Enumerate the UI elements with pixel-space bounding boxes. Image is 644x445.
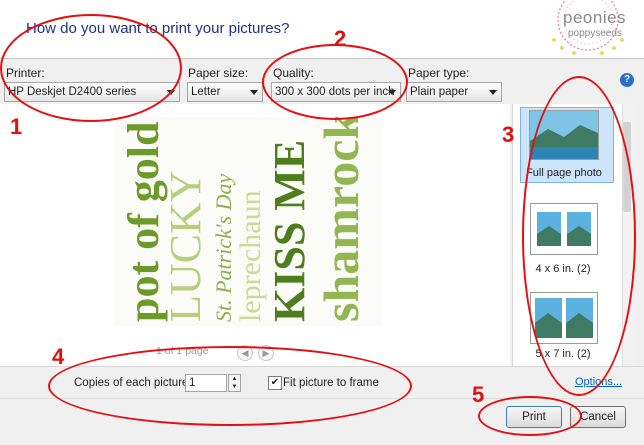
annotation-number-5: 5: [472, 382, 485, 407]
preview-word-6: shamrocks: [313, 117, 369, 322]
help-icon[interactable]: ?: [620, 73, 634, 87]
paper-type-select-value: Plain paper: [410, 86, 469, 98]
preview-word-2: LUCKY: [161, 170, 210, 322]
preview-word-3: St. Patrick's Day: [211, 173, 236, 322]
paper-size-label: Paper size:: [188, 66, 249, 80]
annotation-number-1: 1: [10, 114, 23, 139]
annotation-number-4: 4: [52, 344, 65, 369]
paper-size-select-value: Letter: [191, 86, 221, 98]
annotation-ellipse-5: [478, 396, 582, 436]
chevron-down-icon: [250, 90, 258, 95]
paper-type-select[interactable]: Plain paper: [406, 82, 502, 102]
chevron-down-icon: [489, 90, 497, 95]
annotation-ellipse-2: [262, 44, 408, 120]
annotation-ellipse-3: [522, 76, 636, 396]
preview-image: pot of gold LUCKY St. Patrick's Day lepr…: [114, 117, 382, 326]
annotation-ellipse-4: [48, 346, 412, 426]
logo-text-top: peonies: [563, 8, 627, 27]
logo-text-bottom: poppyseeds: [568, 28, 622, 39]
annotation-ellipse-1: [0, 14, 182, 122]
preview-word-5: KISS ME: [265, 140, 314, 322]
paper-size-select[interactable]: Letter: [187, 82, 263, 102]
annotation-number-2: 2: [334, 26, 347, 51]
preview-word-4: leprechaun: [234, 190, 267, 322]
paper-type-label: Paper type:: [408, 66, 470, 80]
annotation-number-3: 3: [502, 122, 515, 147]
